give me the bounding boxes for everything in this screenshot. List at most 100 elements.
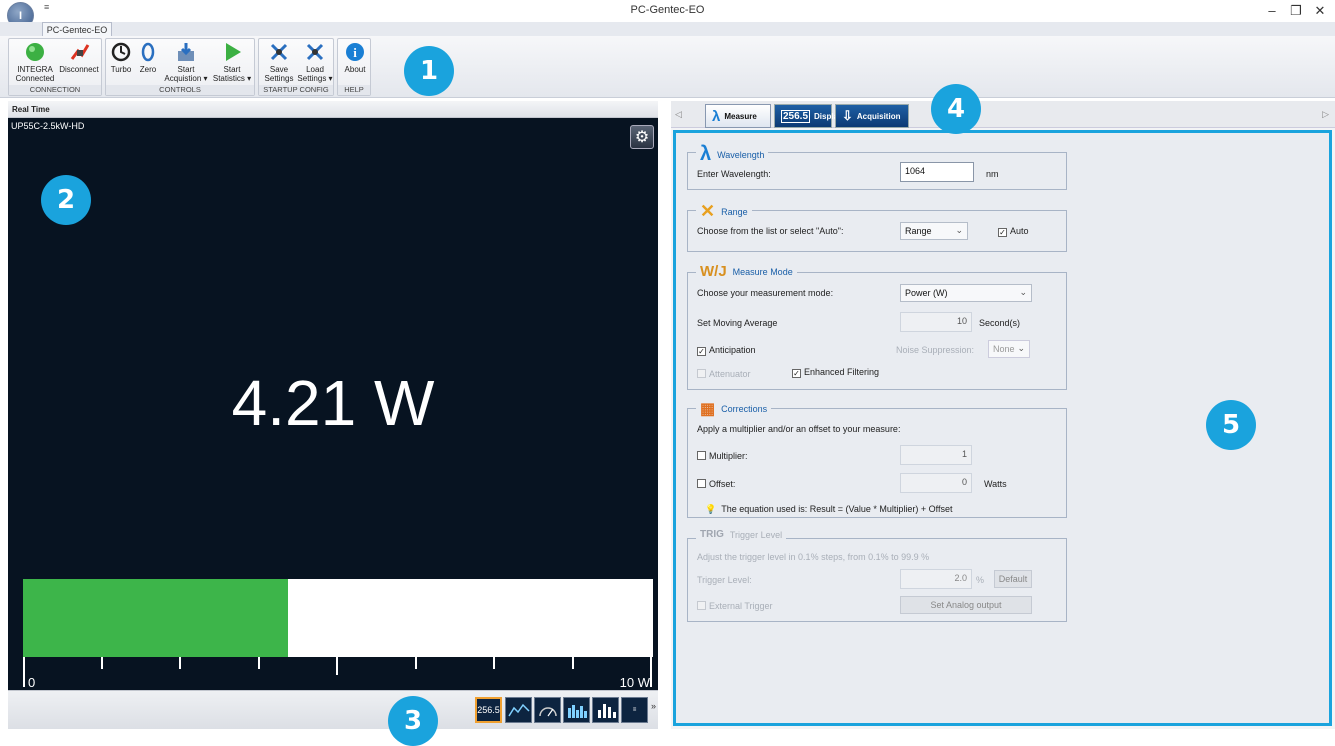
display-badge-icon: 256.5 <box>781 109 811 123</box>
gauge-view-icon[interactable] <box>534 697 561 723</box>
noise-suppression-select[interactable]: None ⌄ <box>988 340 1030 358</box>
moving-average-input[interactable]: 10 <box>900 312 972 332</box>
checkbox-empty-icon <box>697 369 706 378</box>
zero-button[interactable]: Zero <box>136 41 160 74</box>
bar-chart-view-icon[interactable] <box>592 697 619 723</box>
trigger-description: Adjust the trigger level in 0.1% steps, … <box>697 552 930 562</box>
zero-icon <box>137 41 159 63</box>
wavelength-input[interactable]: 1064 <box>900 162 974 182</box>
checkbox-empty-icon <box>697 601 706 610</box>
chevron-down-icon: ⌄ <box>1017 343 1025 353</box>
lambda-icon: λ <box>700 143 712 165</box>
measure-mode-group: W/J Measure Mode Choose your measurement … <box>687 263 1067 390</box>
chevron-down-icon: ⌄ <box>955 225 963 235</box>
tab-measure[interactable]: λ Measure <box>705 104 771 128</box>
numeric-view-label: 256.5 <box>477 705 500 715</box>
callout-3: 3 <box>388 696 438 746</box>
equation-note: 💡 The equation used is: Result = (Value *… <box>705 504 953 515</box>
scale-max-label: 10 W <box>619 675 650 690</box>
multiplier-input[interactable]: 1 <box>900 445 972 465</box>
attenuator-checkbox[interactable]: Attenuator <box>697 369 751 379</box>
anticipation-checkbox[interactable]: ✓ Anticipation <box>697 345 756 356</box>
about-button[interactable]: i About <box>340 41 370 74</box>
load-tools-icon <box>304 41 326 63</box>
turbo-button[interactable]: Turbo <box>108 41 134 74</box>
wavelength-label: Enter Wavelength: <box>697 169 771 179</box>
group-label-startup: STARTUP CONFIG <box>259 85 333 95</box>
disconnect-button[interactable]: Disconnect <box>57 41 101 74</box>
window-title: PC-Gentec-EO <box>630 4 705 16</box>
start-acquisition-label-2: Acquistion ▾ <box>164 74 208 83</box>
callout-1: 1 <box>404 46 454 96</box>
corrections-title: Corrections <box>721 404 768 414</box>
multiplier-label: Multiplier: <box>709 451 748 461</box>
start-acquisition-label-1: Start <box>177 65 195 74</box>
tab-scroll-right-icon[interactable]: ▷ <box>1322 109 1329 120</box>
corrections-group-title: ▦ Corrections <box>696 399 772 419</box>
checkbox-checked-icon: ✓ <box>792 369 801 378</box>
wavelength-group: λ Wavelength Enter Wavelength: 1064 nm <box>687 143 1067 190</box>
ribbon-tab-main[interactable]: PC-Gentec-EO <box>42 22 112 37</box>
enhanced-filtering-checkbox[interactable]: ✓ Enhanced Filtering <box>792 367 879 378</box>
svg-text:i: i <box>353 45 357 60</box>
trigger-level-input[interactable]: 2.0 <box>900 569 972 589</box>
set-analog-output-button[interactable]: Set Analog output <box>900 596 1032 614</box>
group-label-controls: CONTROLS <box>106 85 254 95</box>
offset-checkbox[interactable]: Offset: <box>697 479 735 489</box>
checkbox-empty-icon <box>697 479 706 488</box>
enhanced-filtering-label: Enhanced Filtering <box>804 367 880 377</box>
save-label-2: Settings <box>264 74 294 83</box>
attenuator-label: Attenuator <box>709 369 751 379</box>
statistics-view-icon[interactable]: ≡ <box>621 697 648 723</box>
ribbon: INTEGRA Connected Disconnect CONNECTION … <box>0 36 1335 98</box>
range-select[interactable]: Range ⌄ <box>900 222 968 240</box>
default-button[interactable]: Default <box>994 570 1032 588</box>
info-icon: i <box>344 41 366 63</box>
connected-status-icon <box>24 41 46 63</box>
auto-label: Auto <box>1010 226 1029 236</box>
checkbox-checked-icon: ✓ <box>697 347 706 356</box>
minimize-button[interactable]: – <box>1262 3 1282 18</box>
display-settings-gear-icon[interactable]: ⚙ <box>630 125 654 149</box>
line-chart-view-icon[interactable] <box>505 697 532 723</box>
histogram-view-icon[interactable] <box>563 697 590 723</box>
start-statistics-button[interactable]: Start Statistics ▾ <box>210 41 254 83</box>
multiplier-checkbox[interactable]: Multiplier: <box>697 451 748 461</box>
close-button[interactable]: ✕ <box>1310 3 1330 19</box>
corrections-description: Apply a multiplier and/or an offset to y… <box>697 424 901 434</box>
real-time-header: Real Time <box>8 101 658 118</box>
trigger-level-label: Trigger Level: <box>697 575 752 585</box>
measurement-display: UP55C-2.5kW-HD ⚙ 4.21 W 0 10 W <box>8 118 658 690</box>
disconnect-plug-icon <box>68 41 90 63</box>
group-label-connection: CONNECTION <box>9 85 101 95</box>
tab-acquisition[interactable]: ⇩ Acquisition <box>835 104 909 128</box>
callout-4: 4 <box>931 84 981 134</box>
trigger-group-title: TRIG Trigger Level <box>696 529 787 540</box>
acquisition-download-icon: ⇩ <box>842 108 853 123</box>
tab-scroll-left-icon[interactable]: ◁ <box>675 109 682 120</box>
scale-tick <box>493 657 495 669</box>
numeric-view-button[interactable]: 256.5 <box>475 697 502 723</box>
external-trigger-checkbox[interactable]: External Trigger <box>697 601 773 611</box>
real-time-panel: Real Time UP55C-2.5kW-HD ⚙ 4.21 W 0 10 W… <box>8 101 658 729</box>
more-views-icon[interactable]: » <box>651 701 656 711</box>
moving-average-label: Set Moving Average <box>697 318 778 328</box>
connected-label: Connected <box>15 74 55 83</box>
restore-button[interactable]: ❐ <box>1286 3 1306 19</box>
save-settings-button[interactable]: Save Settings <box>261 41 297 83</box>
auto-checkbox[interactable]: ✓ Auto <box>998 226 1029 237</box>
trigger-title: Trigger Level <box>729 529 783 540</box>
range-group: ✕ Range Choose from the list or select "A… <box>687 201 1067 252</box>
load-settings-button[interactable]: Load Settings ▾ <box>297 41 333 83</box>
tab-display[interactable]: 256.5 Display <box>774 104 843 128</box>
trigger-level-unit: % <box>976 575 985 585</box>
integra-label: INTEGRA <box>17 65 53 74</box>
start-acquisition-button[interactable]: Start Acquistion ▾ <box>162 41 210 83</box>
integra-connected-button[interactable]: INTEGRA Connected <box>13 41 57 83</box>
trigger-level-group: TRIG Trigger Level Adjust the trigger lev… <box>687 529 1067 622</box>
download-acquisition-icon <box>175 41 197 63</box>
offset-unit: Watts <box>984 479 1007 489</box>
mode-select[interactable]: Power (W) ⌄ <box>900 284 1032 302</box>
offset-input[interactable]: 0 <box>900 473 972 493</box>
scale-tick <box>572 657 574 669</box>
